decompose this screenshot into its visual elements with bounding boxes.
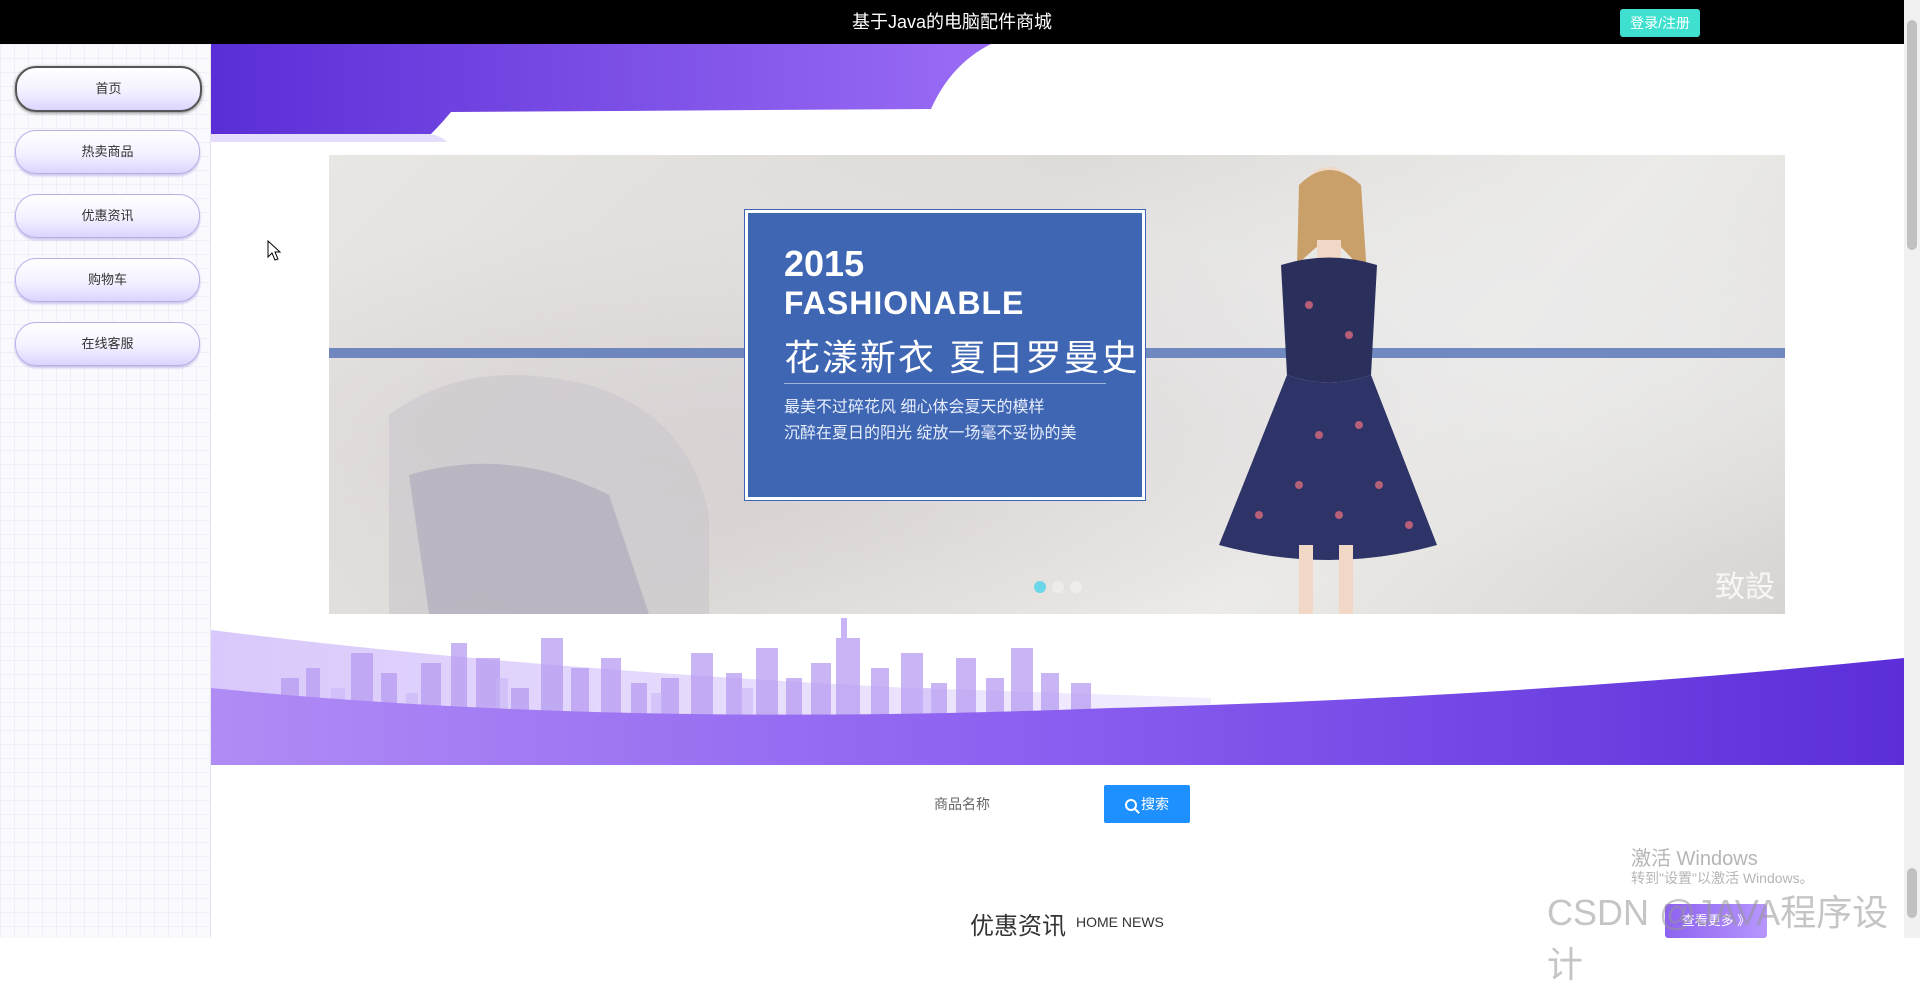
banner-model-image	[1219, 167, 1437, 614]
news-section-title: 优惠资讯	[970, 913, 1066, 940]
banner-text-box: 2015 FASHIONABLE 花漾新衣 夏日罗曼史 最美不过碎花风 细心体会…	[744, 209, 1146, 501]
top-wave-decoration	[211, 44, 991, 142]
carousel-dot-active[interactable]	[1034, 581, 1046, 593]
scrollbar-thumb[interactable]	[1907, 20, 1917, 250]
login-register-button[interactable]: 登录/注册	[1620, 9, 1700, 37]
csdn-watermark: CSDN @JAVA程序设计	[1547, 892, 1889, 985]
search-input[interactable]	[922, 785, 1102, 823]
banner-watermark: 致設	[1715, 570, 1775, 605]
banner-headline: FASHIONABLE	[784, 285, 1025, 321]
nav-news[interactable]: 优惠资讯	[15, 194, 200, 238]
banner-carousel[interactable]: 2015 FASHIONABLE 花漾新衣 夏日罗曼史 最美不过碎花风 细心体会…	[329, 155, 1785, 614]
banner-cn-title: 花漾新衣 夏日罗曼史	[784, 338, 1140, 379]
windows-activation-title: 激活 Windows	[1631, 848, 1758, 870]
top-bar: 基于Java的电脑配件商城 登录/注册	[0, 0, 1920, 44]
carousel-dot[interactable]	[1052, 581, 1064, 593]
sidebar: 首页 热卖商品 优惠资讯 购物车 在线客服	[0, 44, 211, 938]
news-section-subtitle: HOME NEWS	[1076, 914, 1164, 930]
carousel-dot[interactable]	[1070, 581, 1082, 593]
nav-home[interactable]: 首页	[15, 66, 202, 112]
banner-fabric-image	[389, 375, 709, 614]
banner-divider	[784, 383, 1106, 384]
nav-hot-products[interactable]: 热卖商品	[15, 130, 200, 174]
search-button[interactable]: 搜索	[1104, 785, 1190, 823]
site-title: 基于Java的电脑配件商城	[851, 12, 1053, 32]
search-button-label: 搜索	[1141, 796, 1169, 812]
page-scrollbar[interactable]	[1904, 0, 1920, 938]
banner-line-2: 沉醉在夏日的阳光 绽放一场毫不妥协的美	[784, 425, 1077, 442]
mouse-cursor-icon	[267, 240, 282, 261]
scrollbar-thumb-lower[interactable]	[1907, 868, 1917, 918]
banner-line-1: 最美不过碎花风 细心体会夏天的模样	[784, 399, 1045, 416]
city-skyline-decoration	[211, 618, 1904, 765]
nav-cart[interactable]: 购物车	[15, 258, 200, 302]
nav-customer-service[interactable]: 在线客服	[15, 322, 200, 366]
banner-year: 2015	[784, 243, 865, 284]
carousel-dots[interactable]	[1034, 580, 1088, 598]
search-icon	[1125, 799, 1137, 811]
